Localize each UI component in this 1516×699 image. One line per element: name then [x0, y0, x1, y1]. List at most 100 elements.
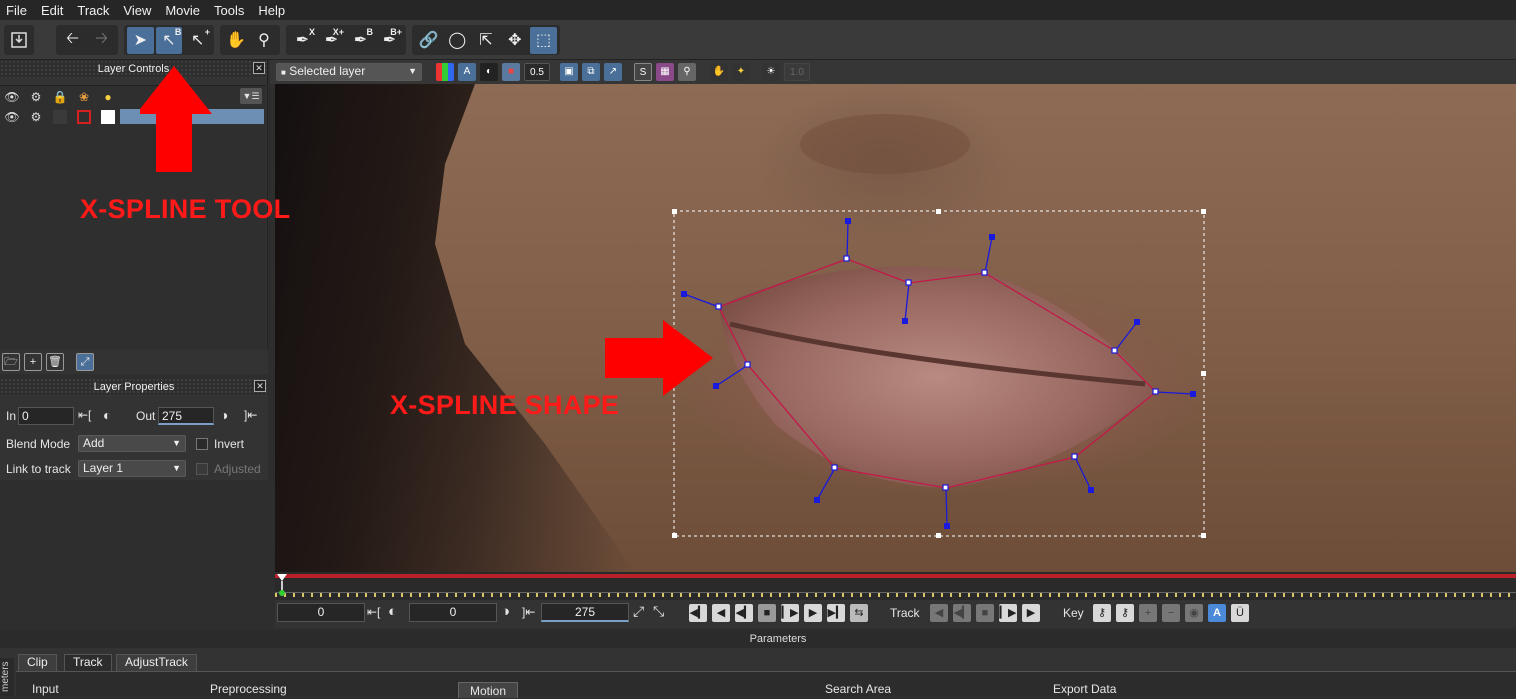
play-backward-button[interactable]: ◀▎ — [735, 604, 753, 622]
lasso-button[interactable]: ◯ — [444, 27, 471, 54]
set-start-button[interactable]: ⇤[ — [367, 605, 380, 619]
playhead-icon[interactable] — [275, 574, 289, 598]
go-to-start-button[interactable]: ◀▎ — [689, 604, 707, 622]
start-frame-field[interactable]: 0 — [277, 603, 365, 622]
track-step-back-button[interactable]: ◀▎ — [953, 604, 971, 622]
xspline-tool-button[interactable]: ✒ X — [289, 27, 316, 54]
menu-help[interactable]: Help — [251, 3, 292, 18]
menu-file[interactable]: File — [0, 3, 34, 18]
loop-button[interactable]: ⇆ — [850, 604, 868, 622]
bezier-tool-button[interactable]: ✒ B — [347, 27, 374, 54]
key-prev-button[interactable]: ⚷ — [1093, 604, 1111, 622]
xspline-add-tool-button[interactable]: ✒ X+ — [318, 27, 345, 54]
set-in-button[interactable]: ⇤[ — [78, 408, 91, 422]
invert-checkbox[interactable] — [196, 438, 208, 450]
timeline[interactable] — [275, 572, 1516, 600]
layer-gear-icon[interactable]: ⚙ — [24, 110, 48, 124]
spline-overlay[interactable] — [275, 84, 1516, 572]
blend-mode-select[interactable]: Add ▼ — [78, 435, 186, 452]
redo-button[interactable]: 🡢 — [88, 27, 115, 54]
rgb-channels-button[interactable] — [436, 63, 454, 81]
end-key-icon[interactable]: ◑ — [501, 603, 510, 620]
color-wheel-icon[interactable]: ❀ — [72, 90, 96, 104]
autokey-button[interactable]: A — [1208, 604, 1226, 622]
layer-outline-color-swatch[interactable] — [77, 109, 91, 124]
layer-lock-toggle[interactable] — [53, 109, 67, 124]
current-frame-field[interactable]: 0 — [409, 603, 497, 622]
tab-track[interactable]: Track — [64, 654, 112, 671]
exposure-field[interactable]: 1.0 — [784, 63, 810, 81]
fit-range-button[interactable]: ⤢ — [633, 603, 644, 620]
track-step-forward-button[interactable]: ▎▶ — [999, 604, 1017, 622]
parameters-side-tab[interactable]: meters — [0, 658, 14, 696]
alpha-channel-button[interactable]: A — [458, 63, 476, 81]
select-tool-button[interactable]: ➤ — [127, 26, 154, 54]
magnify-view-button[interactable]: ⚲ — [678, 63, 696, 81]
key-all-button[interactable]: ◉ — [1185, 604, 1203, 622]
delete-layer-button[interactable]: 🗑 — [46, 353, 64, 371]
menu-track[interactable]: Track — [70, 3, 116, 18]
move-button[interactable]: ✥ — [501, 27, 528, 54]
pan-tool-button[interactable]: ✋ — [223, 27, 249, 54]
layer-row[interactable]: 👁 ⚙ — [0, 108, 266, 125]
mask-color-button[interactable]: ■ — [502, 63, 520, 81]
fill-color-icon[interactable]: ● — [96, 90, 120, 104]
exposure-button[interactable]: ☀ — [762, 63, 780, 81]
start-key-icon[interactable]: ◐ — [388, 603, 397, 620]
key-update-button[interactable]: Ü — [1231, 604, 1249, 622]
in-field[interactable]: 0 — [18, 407, 74, 425]
track-forward-button[interactable]: ▶ — [1022, 604, 1040, 622]
scale-button[interactable]: ⇱ — [473, 27, 500, 54]
new-folder-button[interactable]: 🗁 — [2, 353, 20, 371]
step-back-button[interactable]: ◀ — [712, 604, 730, 622]
close-layer-controls-button[interactable]: ✕ — [253, 62, 265, 74]
hand-view-button[interactable]: ✋ — [710, 63, 728, 81]
gear-icon[interactable]: ⚙ — [24, 90, 48, 104]
track-stop-button[interactable]: ■ — [976, 604, 994, 622]
stop-button[interactable]: ■ — [758, 604, 776, 622]
step-forward-button[interactable]: ▶ — [804, 604, 822, 622]
menu-tools[interactable]: Tools — [207, 3, 251, 18]
eye-icon[interactable]: 👁 — [0, 90, 24, 104]
tab-adjusttrack[interactable]: AdjustTrack — [116, 654, 197, 671]
end-frame-field[interactable]: 275 — [541, 603, 629, 622]
set-end-button[interactable]: ]⇤ — [522, 605, 535, 619]
mask-opacity-field[interactable]: 0.5 — [524, 63, 550, 81]
view-track-button[interactable]: ↗ — [604, 63, 622, 81]
transform-box-button[interactable]: ⬚ — [530, 26, 557, 54]
view-monitor-button[interactable]: ▣ — [560, 63, 578, 81]
close-layer-properties-button[interactable]: ✕ — [254, 380, 266, 392]
layer-fill-color-swatch[interactable] — [101, 109, 115, 124]
layer-menu-button[interactable]: ▼☰ — [240, 88, 262, 104]
undo-button[interactable]: 🡠 — [59, 27, 86, 54]
out-keyframe-icon[interactable]: ◑ — [220, 407, 228, 423]
add-point-tool-button[interactable]: ↖ + — [184, 27, 211, 54]
view-layers-button[interactable]: ⧉ — [582, 63, 600, 81]
viewer-canvas[interactable] — [275, 84, 1516, 572]
layer-display-select[interactable]: ■ Selected layer ▼ — [276, 63, 422, 81]
set-out-button[interactable]: ]⇤ — [244, 408, 257, 422]
zoom-range-button[interactable]: ⤡ — [653, 603, 664, 620]
select-b-tool-button[interactable]: ↖ B — [155, 26, 183, 54]
lock-icon[interactable]: 🔒 — [48, 90, 72, 104]
menu-view[interactable]: View — [116, 3, 158, 18]
overlay-mode-button[interactable]: ◐ — [480, 63, 498, 81]
new-layer-button[interactable]: + — [24, 353, 42, 371]
menu-movie[interactable]: Movie — [158, 3, 207, 18]
tab-clip[interactable]: Clip — [18, 654, 57, 671]
fit-layer-button[interactable]: ⤢ — [76, 353, 94, 371]
key-next-button[interactable]: ⚷ — [1116, 604, 1134, 622]
stabilize-button[interactable]: S — [634, 63, 652, 81]
grid-button[interactable]: ▦ — [656, 63, 674, 81]
link-button[interactable]: 🔗 — [415, 27, 442, 54]
key-remove-button[interactable]: − — [1162, 604, 1180, 622]
adjusted-checkbox[interactable] — [196, 463, 208, 475]
out-field[interactable]: 275 — [158, 407, 214, 425]
layer-visible-eye-icon[interactable]: 👁 — [0, 110, 24, 124]
play-forward-button[interactable]: ▎▶ — [781, 604, 799, 622]
zoom-tool-button[interactable]: ⚲ — [251, 27, 277, 54]
key-add-button[interactable]: + — [1139, 604, 1157, 622]
bezier-add-tool-button[interactable]: ✒ B+ — [376, 27, 403, 54]
pin-button[interactable]: ✦ — [732, 63, 750, 81]
save-project-button[interactable] — [7, 27, 31, 54]
